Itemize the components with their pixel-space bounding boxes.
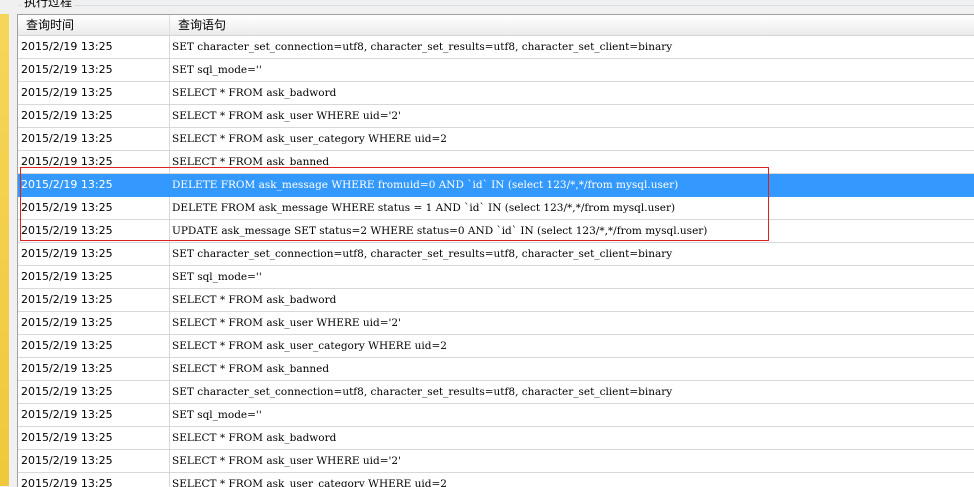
cell-query-statement: SELECT * FROM ask_banned <box>172 156 330 168</box>
cell-query-time: 2015/2/19 13:25 <box>18 59 170 81</box>
cell-query-statement: SELECT * FROM ask_badword <box>172 87 337 99</box>
cell-query-statement: SELECT * FROM ask_badword <box>172 432 337 444</box>
table-row[interactable]: 2015/2/19 13:25 SELECT * FROM ask_banned <box>18 151 974 174</box>
grid-rows: 2015/2/19 13:25 SET character_set_connect… <box>18 36 974 487</box>
cell-query-statement: SET character_set_connection=utf8, chara… <box>172 41 673 53</box>
table-row[interactable]: 2015/2/19 13:25 SELECT * FROM ask_badword <box>18 82 974 105</box>
cell-query-time: 2015/2/19 13:25 <box>18 36 170 58</box>
cell-query-statement: SELECT * FROM ask_user_category WHERE ui… <box>172 133 447 145</box>
column-header-query[interactable]: 查询语句 <box>170 15 974 35</box>
table-row[interactable]: 2015/2/19 13:25 SET character_set_connect… <box>18 36 974 59</box>
cell-query-time: 2015/2/19 13:25 <box>18 312 170 334</box>
panel-title: 执行过程 <box>22 0 75 9</box>
cell-query-time: 2015/2/19 13:25 <box>18 358 170 380</box>
table-row[interactable]: 2015/2/19 13:25 SET sql_mode='' <box>18 404 974 427</box>
cell-query-statement: SELECT * FROM ask_banned <box>172 363 330 375</box>
cell-query-time: 2015/2/19 13:25 <box>18 128 170 150</box>
cell-query-statement: SET sql_mode='' <box>172 271 262 283</box>
query-log-grid[interactable]: 查询时间 查询语句 2015/2/19 13:25 SET character_s… <box>17 14 974 487</box>
cell-query-statement: SELECT * FROM ask_user_category WHERE ui… <box>172 478 447 487</box>
cell-query-statement: SELECT * FROM ask_user WHERE uid='2' <box>172 317 401 329</box>
grid-header: 查询时间 查询语句 <box>18 15 974 36</box>
cell-query-statement: SELECT * FROM ask_badword <box>172 294 337 306</box>
left-sidebar-stripe <box>0 14 9 486</box>
table-row[interactable]: 2015/2/19 13:25 SET character_set_connect… <box>18 243 974 266</box>
table-row[interactable]: 2015/2/19 13:25 SELECT * FROM ask_user_ca… <box>18 128 974 151</box>
cell-query-statement: UPDATE ask_message SET status=2 WHERE st… <box>172 225 708 237</box>
table-row[interactable]: 2015/2/19 13:25 DELETE FROM ask_message W… <box>18 174 974 197</box>
panel-header: 执行过程 <box>0 0 974 14</box>
table-row[interactable]: 2015/2/19 13:25 SELECT * FROM ask_badword <box>18 427 974 450</box>
table-row[interactable]: 2015/2/19 13:25 SELECT * FROM ask_banned <box>18 358 974 381</box>
cell-query-time: 2015/2/19 13:25 <box>18 197 170 219</box>
cell-query-time: 2015/2/19 13:25 <box>18 174 170 196</box>
cell-query-time: 2015/2/19 13:25 <box>18 105 170 127</box>
cell-query-time: 2015/2/19 13:25 <box>18 243 170 265</box>
table-row[interactable]: 2015/2/19 13:25 SELECT * FROM ask_user WH… <box>18 105 974 128</box>
cell-query-time: 2015/2/19 13:25 <box>18 381 170 403</box>
cell-query-time: 2015/2/19 13:25 <box>18 450 170 472</box>
cell-query-time: 2015/2/19 13:25 <box>18 404 170 426</box>
cell-query-statement: DELETE FROM ask_message WHERE fromuid=0 … <box>172 179 679 191</box>
cell-query-time: 2015/2/19 13:25 <box>18 82 170 104</box>
cell-query-time: 2015/2/19 13:25 <box>18 266 170 288</box>
cell-query-time: 2015/2/19 13:25 <box>18 151 170 173</box>
cell-query-time: 2015/2/19 13:25 <box>18 335 170 357</box>
cell-query-statement: DELETE FROM ask_message WHERE status = 1… <box>172 202 676 214</box>
cell-query-time: 2015/2/19 13:25 <box>18 427 170 449</box>
table-row[interactable]: 2015/2/19 13:25 SET character_set_connect… <box>18 381 974 404</box>
table-row[interactable]: 2015/2/19 13:25 SELECT * FROM ask_user WH… <box>18 450 974 473</box>
column-header-time[interactable]: 查询时间 <box>18 15 170 35</box>
cell-query-statement: SELECT * FROM ask_user_category WHERE ui… <box>172 340 447 352</box>
table-row[interactable]: 2015/2/19 13:25 SET sql_mode='' <box>18 59 974 82</box>
table-row[interactable]: 2015/2/19 13:25 SELECT * FROM ask_user_ca… <box>18 335 974 358</box>
cell-query-statement: SELECT * FROM ask_user WHERE uid='2' <box>172 110 401 122</box>
cell-query-time: 2015/2/19 13:25 <box>18 473 170 487</box>
cell-query-statement: SELECT * FROM ask_user WHERE uid='2' <box>172 455 401 467</box>
table-row[interactable]: 2015/2/19 13:25 DELETE FROM ask_message W… <box>18 197 974 220</box>
cell-query-statement: SET sql_mode='' <box>172 409 262 421</box>
cell-query-statement: SET character_set_connection=utf8, chara… <box>172 248 673 260</box>
table-row[interactable]: 2015/2/19 13:25 SELECT * FROM ask_user_ca… <box>18 473 974 487</box>
table-row[interactable]: 2015/2/19 13:25 SELECT * FROM ask_user WH… <box>18 312 974 335</box>
groupbox-border <box>18 5 974 6</box>
cell-query-time: 2015/2/19 13:25 <box>18 289 170 311</box>
cell-query-statement: SET character_set_connection=utf8, chara… <box>172 386 673 398</box>
cell-query-time: 2015/2/19 13:25 <box>18 220 170 242</box>
table-row[interactable]: 2015/2/19 13:25 SELECT * FROM ask_badword <box>18 289 974 312</box>
table-row[interactable]: 2015/2/19 13:25 SET sql_mode='' <box>18 266 974 289</box>
cell-query-statement: SET sql_mode='' <box>172 64 262 76</box>
table-row[interactable]: 2015/2/19 13:25 UPDATE ask_message SET st… <box>18 220 974 243</box>
